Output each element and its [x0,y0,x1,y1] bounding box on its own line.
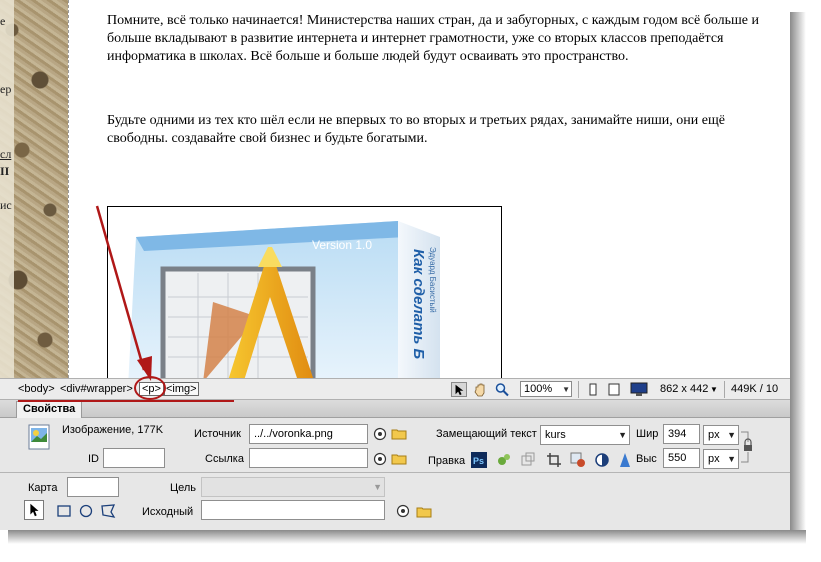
annotation-arrow-icon [95,205,152,381]
screenshot-frame: е ер сл ІІ ис Помните, всё только начина… [0,0,790,530]
drop-shadow [790,12,806,538]
drop-shadow [8,530,806,544]
